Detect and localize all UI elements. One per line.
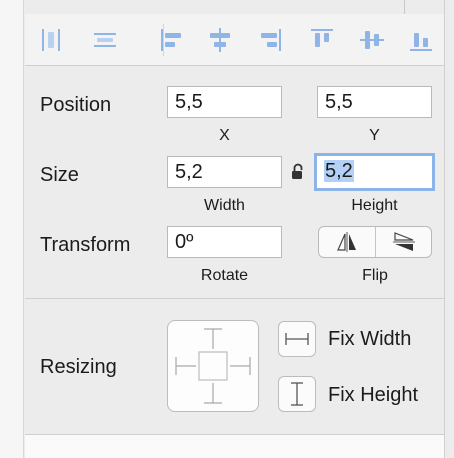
align-horizontal-center-icon bbox=[210, 28, 230, 52]
section-divider bbox=[25, 298, 444, 299]
fix-width-icon bbox=[285, 333, 309, 345]
fix-height-button[interactable] bbox=[278, 376, 316, 412]
fix-height-icon bbox=[291, 382, 303, 406]
fix-width-button[interactable] bbox=[278, 321, 316, 357]
flip-horizontal-button[interactable] bbox=[319, 227, 375, 257]
resizing-constraints-widget[interactable] bbox=[167, 320, 259, 412]
rotate-caption: Rotate bbox=[200, 267, 249, 284]
distribute-horizontal-icon bbox=[42, 29, 60, 51]
align-right-button[interactable] bbox=[256, 26, 284, 54]
distribute-horizontal-button[interactable] bbox=[37, 26, 65, 54]
align-horizontal-center-button[interactable] bbox=[206, 26, 234, 54]
distribute-vertical-button[interactable] bbox=[91, 26, 119, 54]
align-top-icon bbox=[311, 29, 333, 47]
height-input-selected-text: 5,2 bbox=[324, 160, 354, 182]
align-right-icon bbox=[261, 29, 281, 51]
right-scroll-edge bbox=[444, 0, 454, 458]
align-bottom-button[interactable] bbox=[407, 26, 435, 54]
width-input[interactable]: 5,2 bbox=[167, 156, 282, 188]
fix-height-label: Fix Height bbox=[328, 384, 419, 406]
flip-control bbox=[318, 226, 432, 258]
flip-horizontal-icon bbox=[337, 232, 356, 252]
window-corner bbox=[404, 0, 444, 14]
unlocked-padlock-icon bbox=[292, 163, 303, 179]
flip-vertical-button[interactable] bbox=[376, 227, 431, 257]
width-caption: Width bbox=[204, 197, 245, 214]
fix-width-label: Fix Width bbox=[328, 328, 412, 350]
left-panel-edge bbox=[0, 0, 24, 458]
alignment-toolbar bbox=[25, 14, 444, 66]
align-vertical-center-button[interactable] bbox=[358, 26, 386, 54]
distribute-vertical-icon bbox=[94, 33, 116, 47]
align-top-button[interactable] bbox=[308, 26, 336, 54]
rotate-input[interactable]: 0º bbox=[167, 226, 282, 258]
position-x-caption: X bbox=[219, 127, 230, 144]
align-bottom-icon bbox=[410, 33, 432, 51]
next-section-area bbox=[25, 435, 444, 458]
transform-label: Transform bbox=[40, 234, 131, 256]
align-vertical-center-icon bbox=[360, 31, 384, 49]
position-label: Position bbox=[40, 94, 112, 116]
height-input[interactable]: 5,2 bbox=[317, 156, 432, 188]
flip-caption: Flip bbox=[362, 267, 388, 284]
position-y-caption: Y bbox=[369, 127, 380, 144]
position-y-input[interactable]: 5,5 bbox=[317, 86, 432, 118]
pin-edges-icon bbox=[175, 328, 251, 404]
resizing-label: Resizing bbox=[40, 356, 117, 378]
align-left-button[interactable] bbox=[158, 26, 186, 54]
position-x-input[interactable]: 5,5 bbox=[167, 86, 282, 118]
size-label: Size bbox=[40, 164, 79, 186]
height-caption: Height bbox=[351, 197, 398, 214]
lock-proportions-button[interactable] bbox=[291, 163, 305, 181]
flip-vertical-icon bbox=[393, 232, 415, 251]
align-left-icon bbox=[161, 29, 181, 51]
